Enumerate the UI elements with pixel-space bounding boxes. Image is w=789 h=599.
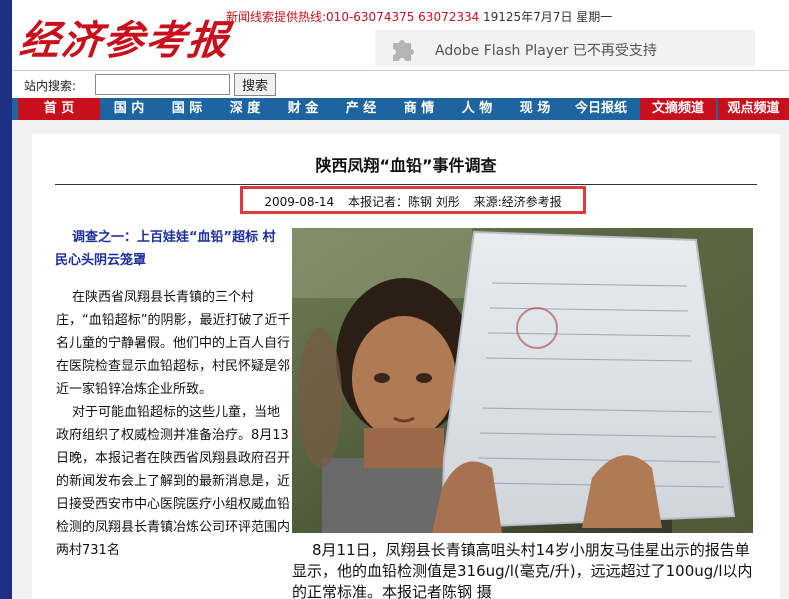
- site-search-bar: 站内搜索: 搜索: [12, 70, 789, 98]
- nav-item-industry[interactable]: 产 经: [332, 98, 390, 120]
- search-input[interactable]: [95, 74, 230, 95]
- article-paragraph: 在陕西省凤翔县长青镇的三个村庄，“血铅超标”的阴影，最近打破了近千名儿童的宁静暑…: [56, 290, 291, 397]
- nav-item-people[interactable]: 人 物: [448, 98, 506, 120]
- nav-item-home[interactable]: 首 页: [18, 98, 100, 120]
- nav-item-opinion[interactable]: 观点频道: [718, 98, 789, 120]
- article-subhead: 调查之一：上百娃娃“血铅”超标 村民心头阴云笼罩: [55, 230, 276, 268]
- nav-item-depth[interactable]: 深 度: [216, 98, 274, 120]
- title-divider: [55, 184, 757, 185]
- nav-item-scene[interactable]: 现 场: [506, 98, 564, 120]
- main-nav: 首 页 国 内 国 际 深 度 财 金 产 经 商 情 人 物 现 场 今日报纸…: [12, 98, 789, 120]
- nav-item-digest[interactable]: 文摘频道: [640, 98, 716, 120]
- nav-item-finance[interactable]: 财 金: [274, 98, 332, 120]
- article-title: 陕西凤翔“血铅”事件调查: [315, 156, 497, 175]
- site-header: 经济参考报 新闻线索提供热线:010-63074375 63072334 191…: [12, 0, 789, 70]
- site-logo[interactable]: 经济参考报: [17, 8, 233, 66]
- article-reporter: 本报记者：陈钢 刘彤: [347, 195, 460, 209]
- nav-item-business[interactable]: 商 情: [390, 98, 448, 120]
- current-date: 19125年7月7日 星期一: [483, 10, 613, 24]
- flash-notice: Adobe Flash Player 已不再受支持: [435, 43, 657, 59]
- photo-caption: 8月11日，凤翔县长青镇高咀头村14岁小朋友马佳星出示的报告单显示，他的血铅检测…: [292, 541, 753, 599]
- search-button[interactable]: 搜索: [234, 73, 276, 96]
- puzzle-piece-icon: [393, 40, 414, 61]
- news-hotline: 新闻线索提供热线:010-63074375 63072334: [226, 10, 480, 24]
- article-source: 来源:经济参考报: [473, 195, 562, 209]
- article-body: 在陕西省凤翔县长青镇的三个村庄，“血铅超标”的阴影，最近打破了近千名儿童的宁静暑…: [56, 286, 292, 562]
- article-meta-highlight: 2009-08-14 本报记者：陈钢 刘彤 来源:经济参考报: [240, 186, 586, 214]
- left-border-stripe: [0, 0, 12, 599]
- nav-item-today-paper[interactable]: 今日报纸: [564, 98, 638, 120]
- article-date: 2009-08-14: [264, 195, 335, 209]
- nav-item-domestic[interactable]: 国 内: [100, 98, 158, 120]
- search-label: 站内搜索:: [24, 79, 77, 93]
- article-container: 陕西凤翔“血铅”事件调查 2009-08-14 本报记者：陈钢 刘彤 来源:经济…: [32, 134, 780, 599]
- flash-placeholder: Adobe Flash Player 已不再受支持: [375, 30, 755, 66]
- article-photo: [292, 228, 753, 533]
- nav-item-international[interactable]: 国 际: [158, 98, 216, 120]
- article-paragraph: 对于可能血铅超标的这些儿童，当地政府组织了权威检测并准备治疗。8月13日晚，本报…: [56, 405, 291, 558]
- article-meta: 2009-08-14 本报记者：陈钢 刘彤 来源:经济参考报: [243, 193, 583, 210]
